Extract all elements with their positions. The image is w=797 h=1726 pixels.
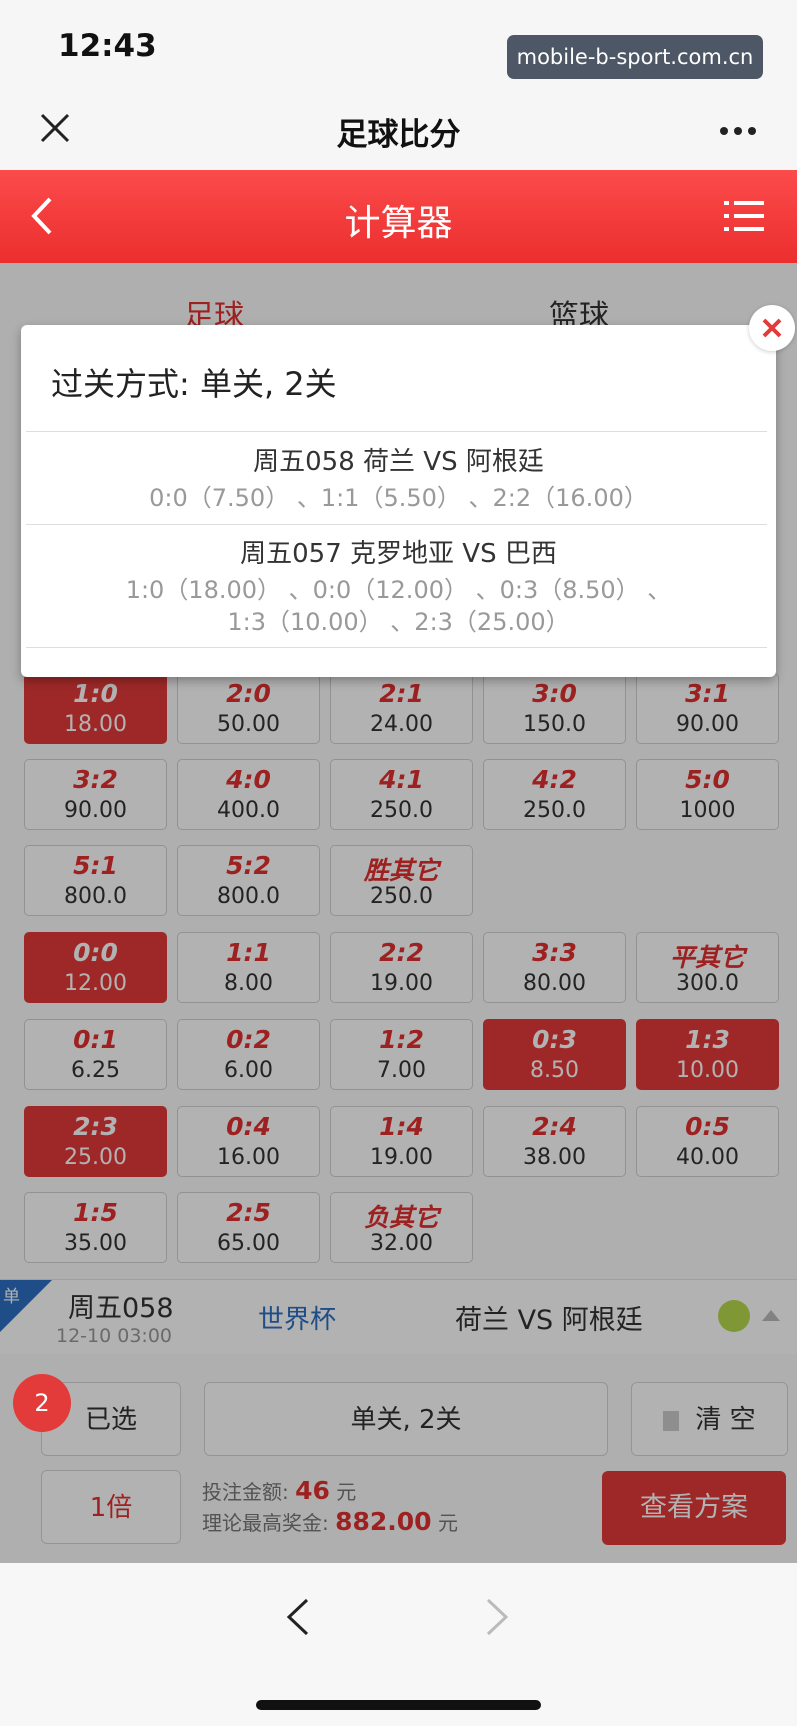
modal-match-title: 周五058 荷兰 VS 阿根廷	[253, 447, 544, 477]
home-indicator	[256, 1700, 541, 1710]
browser-nav: 足球比分	[0, 95, 797, 170]
status-time: 12:43	[58, 28, 157, 64]
modal-match-picks: 1:0（18.00） 、0:0（12.00） 、0:3（8.50） 、	[125, 576, 672, 604]
modal-match-title: 周五057 克罗地亚 VS 巴西	[240, 539, 557, 569]
selected-count-badge: 2	[13, 1374, 71, 1432]
url-badge: mobile-b-sport.com.cn	[507, 35, 763, 79]
next-page-icon[interactable]	[484, 1597, 510, 1637]
divider	[26, 524, 767, 525]
menu-icon[interactable]	[724, 198, 764, 234]
divider	[26, 431, 767, 432]
pass-type-modal: 过关方式: 单关, 2关 周五058 荷兰 VS 阿根廷 0:0（7.50） 、…	[21, 325, 776, 677]
modal-match-picks: 1:3（10.00） 、2:3（25.00）	[227, 608, 570, 636]
divider	[26, 647, 767, 648]
modal-close-icon[interactable]	[749, 305, 795, 351]
page-title: 足球比分	[336, 117, 461, 153]
prev-page-icon[interactable]	[285, 1597, 311, 1637]
app-header: 计算器	[0, 170, 797, 263]
modal-match-picks: 0:0（7.50） 、1:1（5.50） 、2:2（16.00）	[149, 484, 648, 512]
header-title: 计算器	[344, 203, 453, 244]
modal-title: 过关方式: 单关, 2关	[51, 365, 337, 403]
more-icon[interactable]	[718, 125, 758, 137]
status-bar: 12:43 mobile-b-sport.com.cn	[0, 0, 797, 95]
